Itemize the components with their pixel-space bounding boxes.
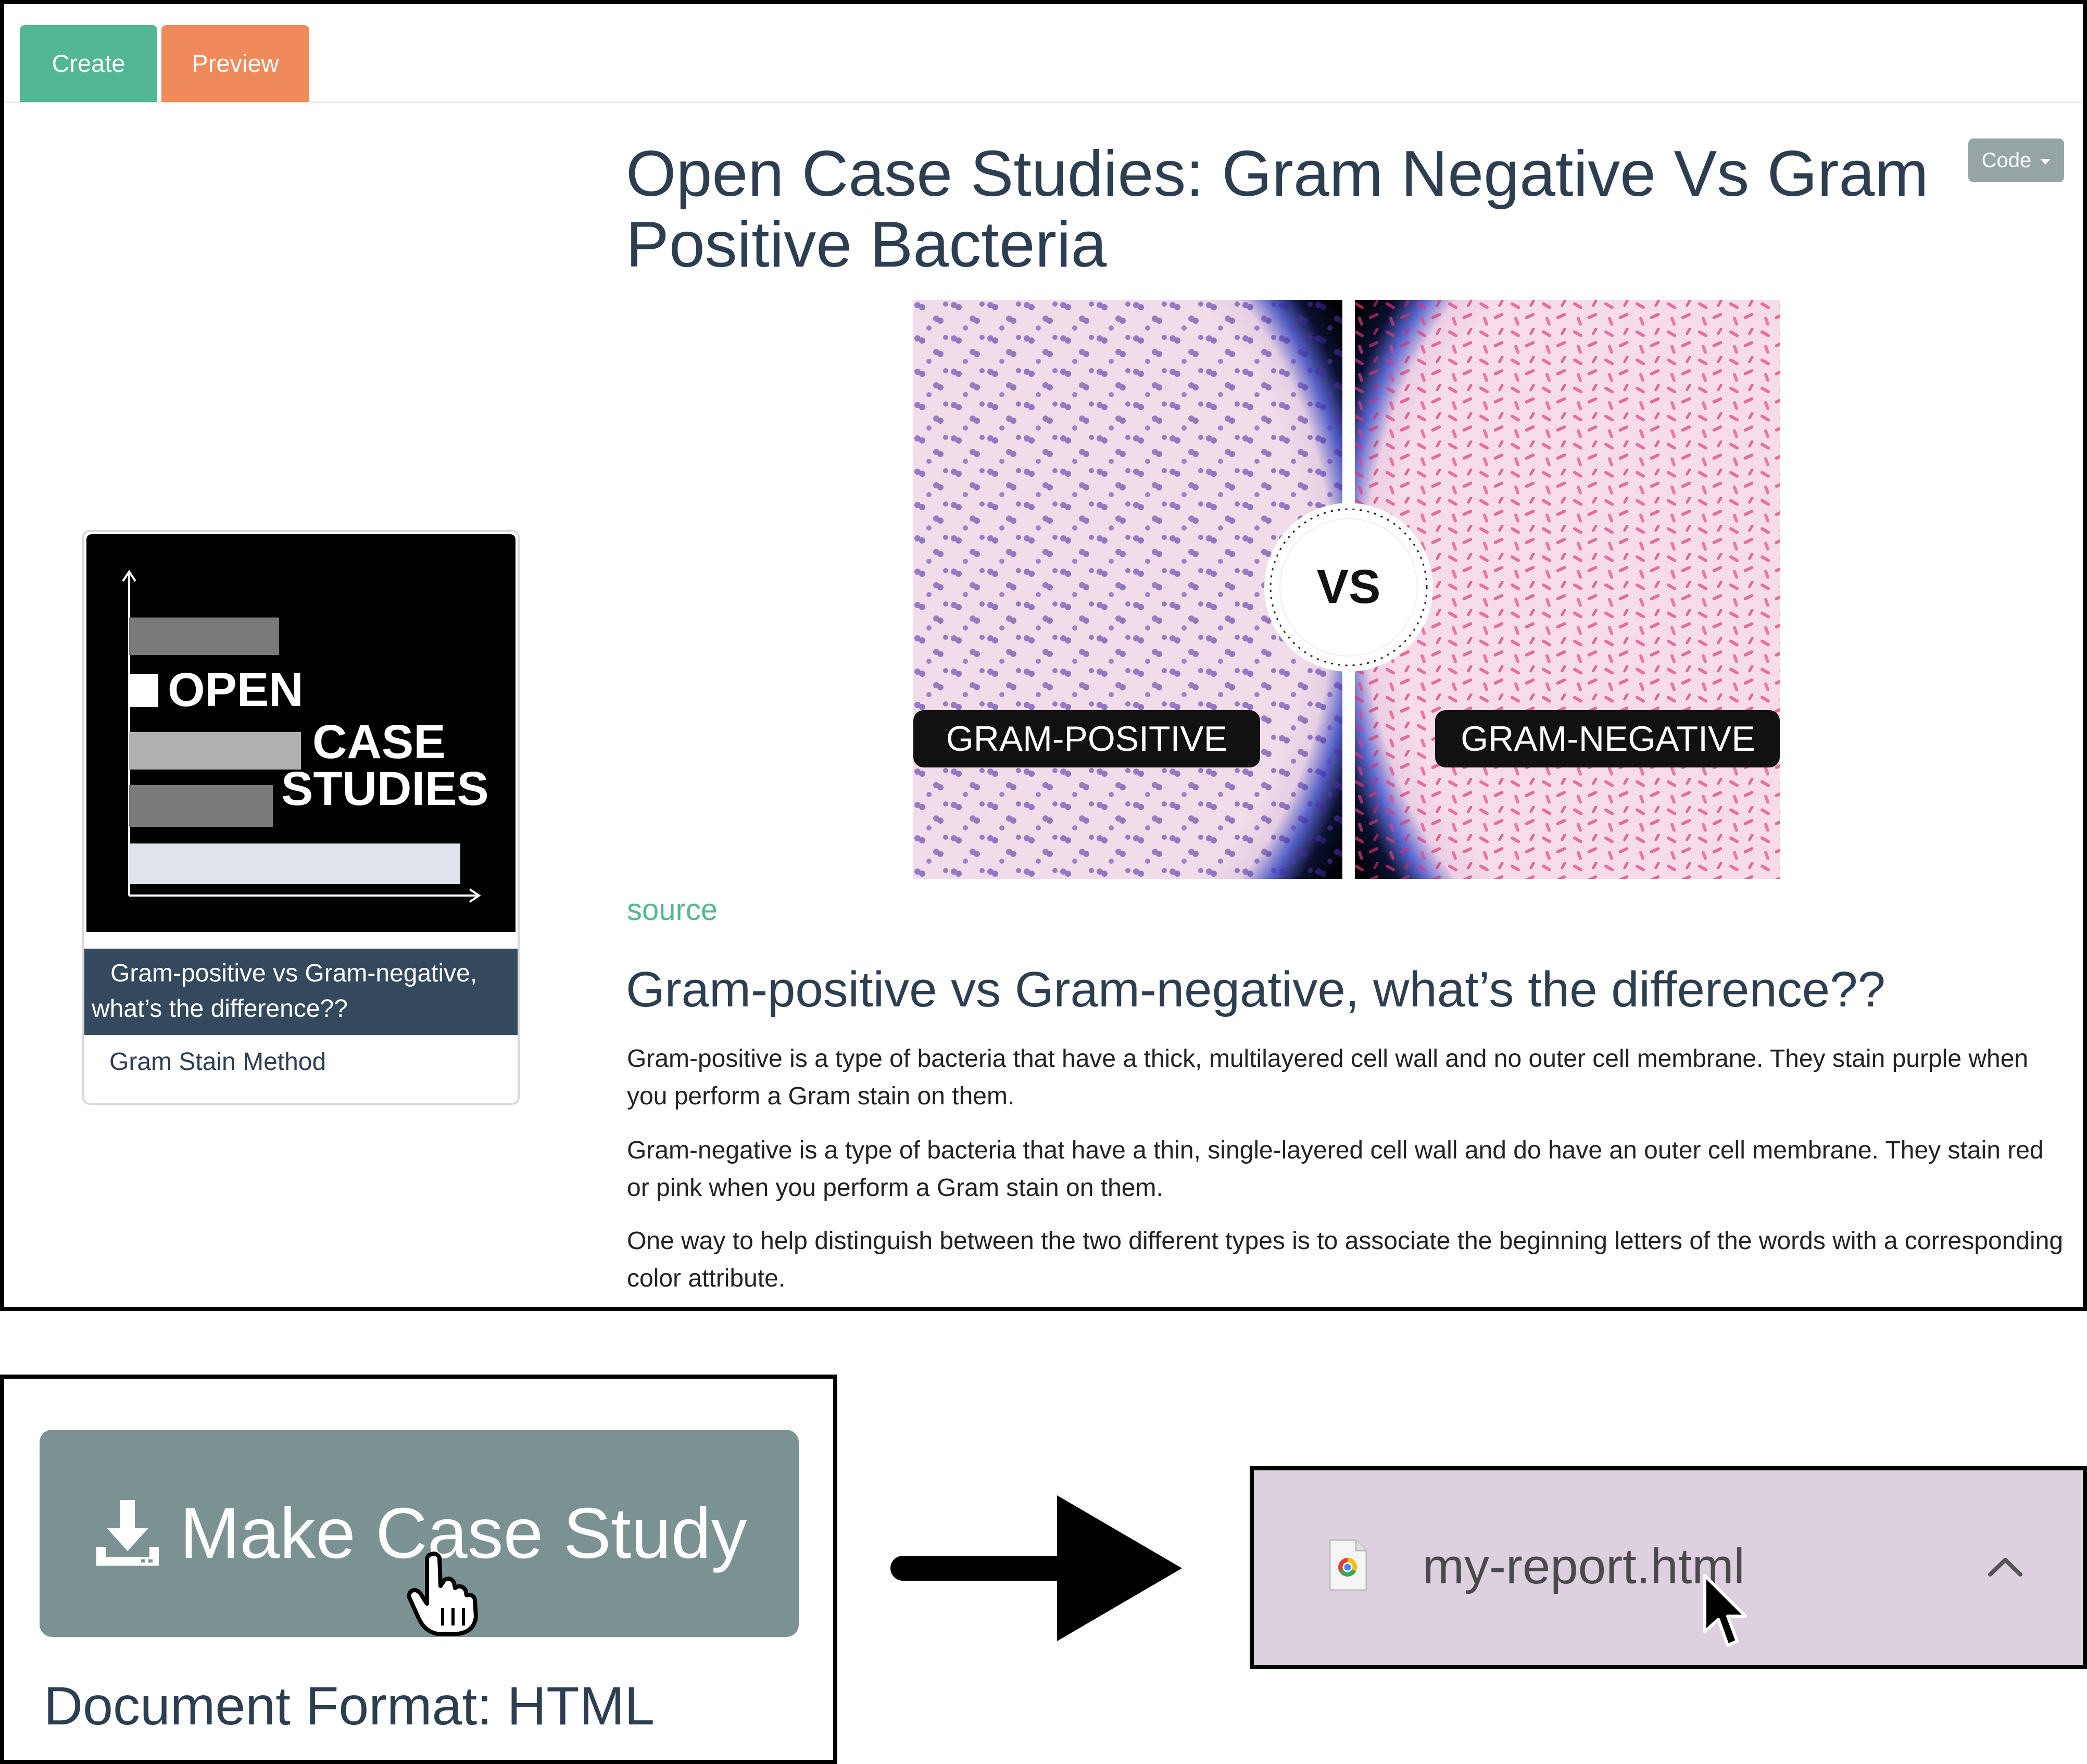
make-case-study-panel: Make Case Study Document Format: HTML [0,1375,837,1764]
paragraph-distinguish: One way to help distinguish between the … [627,1227,2064,1292]
logo-word-studies: STUDIES [281,762,489,815]
make-case-study-button[interactable]: Make Case Study [40,1430,799,1637]
pointer-cursor-icon [1703,1574,1747,1647]
logo-word-case: CASE [312,715,446,768]
chrome-file-icon[interactable] [1327,1538,1368,1592]
case-study-card[interactable]: OPEN CASE STUDIES Gram-positive vs Gram-… [82,530,520,1105]
gram-negative-label: GRAM-NEGATIVE [1461,719,1755,759]
card-caption-line-1: Gram-positive vs Gram-negative, [110,960,477,987]
source-link[interactable]: source [627,892,718,927]
paragraph-gram-positive: Gram-positive is a type of bacteria that… [627,1045,2029,1110]
tab-bar: Create Preview [4,4,2083,103]
caret-down-icon [2040,158,2051,165]
case-study-preview-window: Create Preview Code Open Case Studies: G… [0,0,2087,1311]
gram-stain-method-link[interactable]: Gram Stain Method [109,1048,326,1076]
tab-create[interactable]: Create [20,25,157,102]
code-dropdown-button[interactable]: Code [1968,138,2064,182]
gram-positive-label: GRAM-POSITIVE [946,719,1227,759]
chevron-up-icon[interactable] [1987,1554,2023,1580]
card-caption: Gram-positive vs Gram-negative, what’s t… [84,949,518,1035]
document-format-label: Document Format: HTML [44,1676,655,1736]
card-caption-line-2: what’s the difference?? [92,995,348,1023]
tab-preview[interactable]: Preview [161,25,309,102]
gram-comparison-image: VS GRAM-POSITIVE GRAM-NEGATIVE [913,300,1780,879]
open-case-studies-logo: OPEN CASE STUDIES [86,534,516,932]
paragraph-gram-negative: Gram-negative is a type of bacteria that… [627,1137,2044,1202]
download-icon [96,1500,159,1566]
vs-badge-text: VS [1317,560,1381,613]
hand-cursor-icon [407,1552,478,1636]
download-bar: my-report.html [1250,1466,2087,1669]
logo-word-open: OPEN [168,663,304,716]
page-title: Open Case Studies: Gram Negative Vs Gram… [626,138,1929,281]
section-heading: Gram-positive vs Gram-negative, what’s t… [626,962,1885,1017]
code-button-label: Code [1981,149,2032,172]
downloaded-file-name[interactable]: my-report.html [1423,1538,1745,1595]
right-arrow-icon [890,1495,1182,1641]
